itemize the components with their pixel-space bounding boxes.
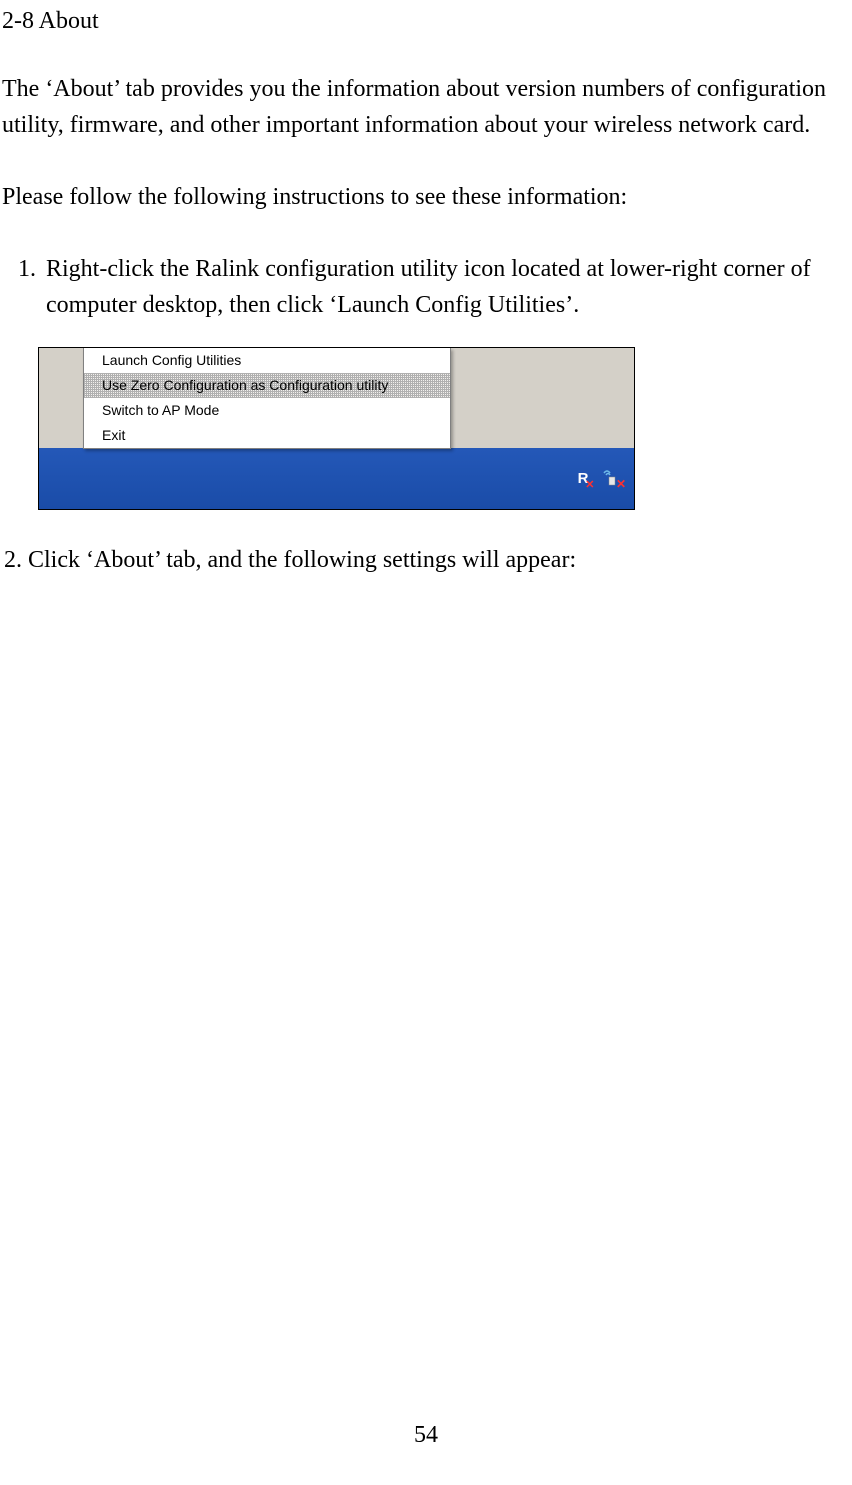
instruction-paragraph: Please follow the following instructions… [2, 179, 852, 215]
context-menu: Launch Config Utilities Use Zero Configu… [83, 348, 451, 449]
r-letter-icon: R✕ [578, 470, 589, 487]
screenshot-context-menu: Launch Config Utilities Use Zero Configu… [38, 347, 635, 510]
step-2: 2. Click ‘About’ tab, and the following … [2, 542, 852, 578]
page-number: 54 [0, 1422, 852, 1449]
step-1: Right-click the Ralink configuration uti… [42, 251, 852, 323]
intro-paragraph: The ‘About’ tab provides you the informa… [2, 71, 852, 143]
ralink-tray-icon[interactable]: R✕ [572, 467, 594, 489]
menu-item-zero-config[interactable]: Use Zero Configuration as Configuration … [84, 373, 450, 398]
system-tray: R✕ ✕ [39, 447, 634, 509]
wifi-x-badge-icon: ✕ [616, 477, 626, 491]
wifi-tray-icon[interactable]: ✕ [600, 467, 624, 489]
menu-item-launch-config[interactable]: Launch Config Utilities [84, 348, 450, 373]
steps-list: Right-click the Ralink configuration uti… [2, 251, 852, 323]
x-badge-icon: ✕ [585, 478, 594, 491]
section-heading: 2-8 About [2, 8, 852, 35]
menu-item-exit[interactable]: Exit [84, 423, 450, 448]
menu-item-switch-ap[interactable]: Switch to AP Mode [84, 398, 450, 423]
